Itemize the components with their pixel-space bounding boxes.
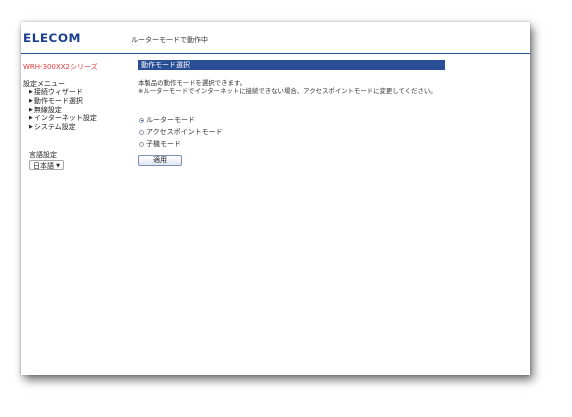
triangle-right-icon: ▶ [29,124,33,131]
language-settings-title: 言語設定 [29,151,57,159]
operating-mode-status: ルーターモードで動作中 [131,36,208,44]
description-line-2: ※ルーターモードでインターネットに接続できない場合、アクセスポイントモードに変更… [138,87,437,95]
radio-unchecked-icon[interactable] [139,129,144,135]
router-mode-radio[interactable]: ルーターモード [139,114,223,126]
apply-button[interactable]: 適用 [138,155,182,166]
header-divider [21,53,530,54]
sidebar-item-label: 無線設定 [33,105,62,114]
sidebar-item-label: システム設定 [33,123,76,132]
router-admin-window: ELECOM ルーターモードで動作中 WRH-300XX2シリーズ 設定メニュー… [21,22,530,375]
product-series-name: WRH-300XX2シリーズ [23,63,98,71]
radio-label: アクセスポイントモード [146,128,223,136]
sidebar-item-label: インターネット設定 [33,114,97,123]
radio-label: ルーターモード [146,116,195,124]
triangle-right-icon: ▶ [29,89,33,95]
triangle-right-icon: ▶ [29,106,33,113]
language-selected-value: 日本語 [33,162,54,170]
mode-description: 本製品の動作モードを選択できます。 ※ルーターモードでインターネットに接続できな… [138,79,437,95]
language-select[interactable]: 日本語 ▼ [29,160,64,170]
elecom-logo: ELECOM [23,31,81,45]
client-mode-radio[interactable]: 子機モード [139,138,223,150]
sidebar-item-label: 接続ウィザード [33,88,83,96]
sidebar-item-system[interactable]: ▶システム設定 [29,123,97,132]
section-title-bar: 動作モード選択 [138,60,445,70]
sidebar-item-label: 動作モード選択 [33,96,83,105]
sidebar-item-operation-mode[interactable]: ▶動作モード選択 [29,97,97,106]
sidebar-item-internet[interactable]: ▶インターネット設定 [29,114,97,123]
chevron-down-icon: ▼ [56,163,60,169]
mode-radio-group: ルーターモード アクセスポイントモード 子機モード [139,114,223,150]
radio-unchecked-icon[interactable] [139,141,144,147]
sidebar-item-connection-wizard[interactable]: ▶接続ウィザード [29,88,97,97]
description-line-1: 本製品の動作モードを選択できます。 [138,79,246,87]
radio-checked-icon[interactable] [139,117,144,123]
radio-label: 子機モード [146,140,181,148]
triangle-right-icon: ▶ [29,97,33,104]
settings-menu: ▶接続ウィザード ▶動作モード選択 ▶無線設定 ▶インターネット設定 ▶システム… [29,88,97,132]
access-point-mode-radio[interactable]: アクセスポイントモード [139,126,223,138]
triangle-right-icon: ▶ [29,115,33,122]
